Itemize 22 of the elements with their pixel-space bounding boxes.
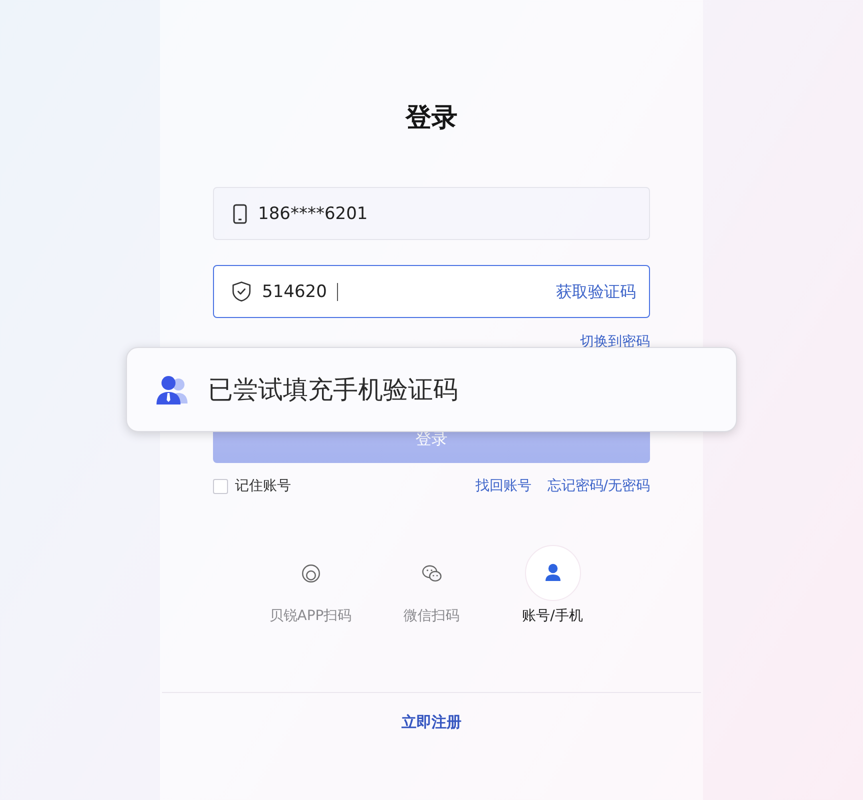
login-title: 登录 — [406, 102, 458, 135]
phone-field[interactable]: 186****6201 — [213, 187, 650, 240]
recover-account-link[interactable]: 找回账号 — [475, 476, 532, 496]
ring-icon — [300, 564, 320, 582]
get-code-button[interactable]: 获取验证码 — [556, 280, 636, 302]
person-icon — [524, 545, 580, 601]
forgot-password-link[interactable]: 忘记密码/无密码 — [547, 476, 650, 496]
register-link[interactable]: 立即注册 — [402, 711, 462, 733]
login-method-tab[interactable]: 贝锐APP扫码 — [250, 545, 371, 626]
remember-account-label: 记住账号 — [235, 477, 291, 496]
login-method-tab[interactable]: 账号/手机 — [492, 545, 613, 626]
remember-checkbox[interactable] — [213, 478, 228, 494]
toast-message: 已尝试填充手机验证码 — [208, 374, 458, 406]
login-method-tab[interactable]: 微信扫码 — [371, 545, 492, 626]
phone-icon — [233, 204, 247, 224]
code-field[interactable]: 514620 获取验证码 — [213, 265, 650, 318]
users-icon — [156, 374, 188, 404]
shield-check-icon — [232, 281, 251, 302]
verification-code-text: 514620 — [262, 280, 327, 302]
text-cursor — [336, 282, 338, 300]
chat-bubbles-icon — [422, 564, 442, 582]
phone-number-text: 186****6201 — [258, 202, 368, 224]
